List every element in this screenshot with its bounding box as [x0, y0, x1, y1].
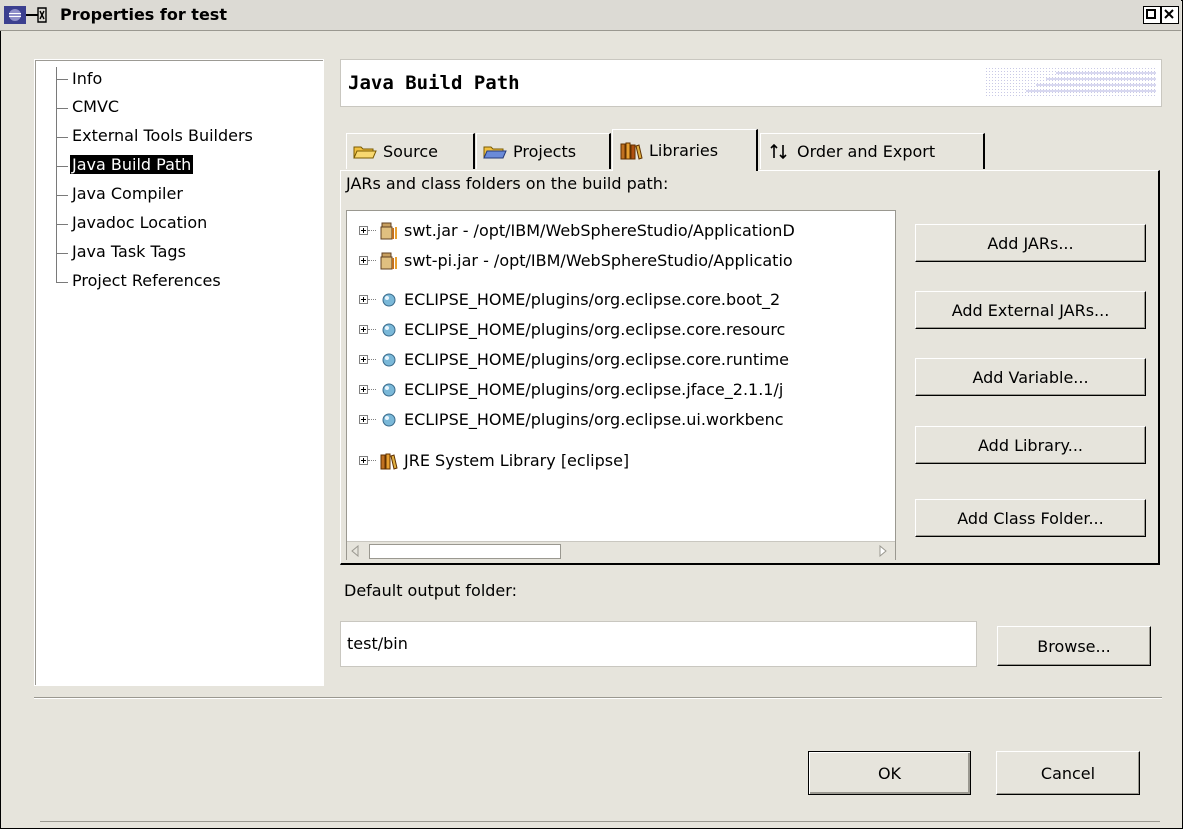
- add-jars-button[interactable]: Add JARs...: [915, 224, 1146, 262]
- expand-icon[interactable]: [359, 385, 368, 394]
- tab-order-and-export[interactable]: Order and Export: [760, 133, 985, 169]
- list-item[interactable]: ECLIPSE_HOME/plugins/org.eclipse.core.ru…: [359, 344, 789, 375]
- jar-icon: [380, 222, 397, 239]
- dialog-bottom-edge: [40, 821, 1160, 822]
- tab-libraries-label: Libraries: [649, 141, 719, 160]
- ok-button[interactable]: OK: [808, 751, 971, 795]
- entry-label: ECLIPSE_HOME/plugins/org.eclipse.core.ru…: [404, 350, 789, 369]
- add-library-button[interactable]: Add Library...: [915, 426, 1146, 464]
- nav-connector: [56, 137, 68, 138]
- scrollbar-thumb[interactable]: [369, 544, 561, 559]
- list-item[interactable]: ECLIPSE_HOME/plugins/org.eclipse.ui.work…: [359, 404, 784, 435]
- libraries-caption: JARs and class folders on the build path…: [346, 174, 669, 193]
- nav-item-project-references[interactable]: Project References: [70, 271, 223, 290]
- tab-source-label: Source: [383, 142, 438, 161]
- nav-connector: [56, 282, 68, 283]
- nav-connector: [56, 108, 68, 109]
- cancel-button[interactable]: Cancel: [996, 751, 1140, 795]
- close-icon: [1164, 9, 1174, 19]
- nav-item-external-tools-builders[interactable]: External Tools Builders: [70, 126, 255, 145]
- list-item[interactable]: JRE System Library [eclipse]: [359, 445, 629, 476]
- expand-icon[interactable]: [359, 325, 368, 334]
- list-item[interactable]: ECLIPSE_HOME/plugins/org.eclipse.core.bo…: [359, 284, 780, 315]
- variable-icon: [382, 413, 396, 426]
- nav-item-java-build-path[interactable]: Java Build Path: [70, 155, 194, 174]
- entry-label: ECLIPSE_HOME/plugins/org.eclipse.core.bo…: [404, 290, 781, 309]
- scroll-left-icon[interactable]: [349, 545, 361, 557]
- nav-connector: [56, 253, 68, 254]
- header-decoration: [986, 68, 1156, 98]
- entry-label: swt.jar - /opt/IBM/WebSphereStudio/Appli…: [404, 221, 795, 240]
- horizontal-scrollbar[interactable]: [347, 541, 895, 560]
- list-item[interactable]: swt.jar - /opt/IBM/WebSphereStudio/Appli…: [359, 215, 795, 246]
- property-page-nav[interactable]: [34, 59, 324, 686]
- build-path-entries-list[interactable]: swt.jar - /opt/IBM/WebSphereStudio/Appli…: [346, 210, 896, 560]
- entry-label: JRE System Library [eclipse]: [404, 451, 630, 470]
- list-item[interactable]: ECLIPSE_HOME/plugins/org.eclipse.core.re…: [359, 314, 785, 345]
- nav-item-javadoc-location[interactable]: Javadoc Location: [70, 213, 209, 232]
- folder-open-icon: [353, 146, 377, 158]
- list-item[interactable]: ECLIPSE_HOME/plugins/org.eclipse.jface_2…: [359, 374, 783, 405]
- nav-item-java-task-tags[interactable]: Java Task Tags: [70, 242, 188, 261]
- tab-source[interactable]: Source: [346, 133, 475, 169]
- jar-icon: [380, 252, 397, 269]
- entry-label: ECLIPSE_HOME/plugins/org.eclipse.ui.work…: [404, 410, 784, 429]
- expand-icon[interactable]: [359, 415, 368, 424]
- tab-projects[interactable]: Projects: [476, 133, 611, 169]
- add-external-jars-button[interactable]: Add External JARs...: [915, 291, 1146, 329]
- nav-item-info[interactable]: Info: [70, 69, 104, 88]
- entry-label: ECLIPSE_HOME/plugins/org.eclipse.core.re…: [404, 320, 786, 339]
- expand-icon[interactable]: [359, 256, 368, 265]
- variable-icon: [382, 353, 396, 366]
- maximize-icon: [1146, 9, 1156, 19]
- expand-icon[interactable]: [359, 295, 368, 304]
- nav-connector: [56, 166, 68, 167]
- tab-libraries[interactable]: Libraries: [612, 129, 758, 171]
- nav-connector: [56, 224, 68, 225]
- variable-icon: [382, 323, 396, 336]
- library-icon: [380, 453, 398, 470]
- output-folder-field[interactable]: test/bin: [340, 621, 977, 667]
- add-variable-button[interactable]: Add Variable...: [915, 358, 1146, 396]
- expand-icon[interactable]: [359, 355, 368, 364]
- close-button[interactable]: [1161, 6, 1179, 24]
- nav-item-cmvc[interactable]: CMVC: [70, 97, 121, 116]
- maximize-button[interactable]: [1143, 6, 1161, 24]
- add-class-folder-button[interactable]: Add Class Folder...: [915, 499, 1146, 537]
- nav-connector: [56, 195, 68, 196]
- tab-order-and-export-label: Order and Export: [797, 142, 936, 161]
- browse-button[interactable]: Browse...: [997, 626, 1151, 666]
- entry-label: swt-pi.jar - /opt/IBM/WebSphereStudio/Ap…: [404, 251, 793, 270]
- expand-icon[interactable]: [359, 456, 368, 465]
- output-folder-label: Default output folder:: [344, 581, 517, 600]
- tab-projects-label: Projects: [513, 142, 577, 161]
- order-arrows-icon: [770, 143, 787, 159]
- nav-tree-line: [56, 67, 57, 283]
- page-title: Java Build Path: [348, 72, 520, 94]
- nav-item-java-compiler[interactable]: Java Compiler: [70, 184, 185, 203]
- eclipse-app-icon[interactable]: [4, 6, 47, 24]
- window-title: Properties for test: [60, 5, 227, 24]
- scroll-right-icon[interactable]: [877, 545, 889, 557]
- library-icon: [620, 142, 643, 160]
- expand-icon[interactable]: [359, 226, 368, 235]
- list-item[interactable]: swt-pi.jar - /opt/IBM/WebSphereStudio/Ap…: [359, 245, 793, 276]
- nav-connector: [56, 79, 68, 80]
- dialog-separator: [34, 697, 1162, 699]
- variable-icon: [382, 383, 396, 396]
- folder-projects-icon: [483, 146, 507, 158]
- entry-label: ECLIPSE_HOME/plugins/org.eclipse.jface_2…: [404, 380, 784, 399]
- variable-icon: [382, 293, 396, 306]
